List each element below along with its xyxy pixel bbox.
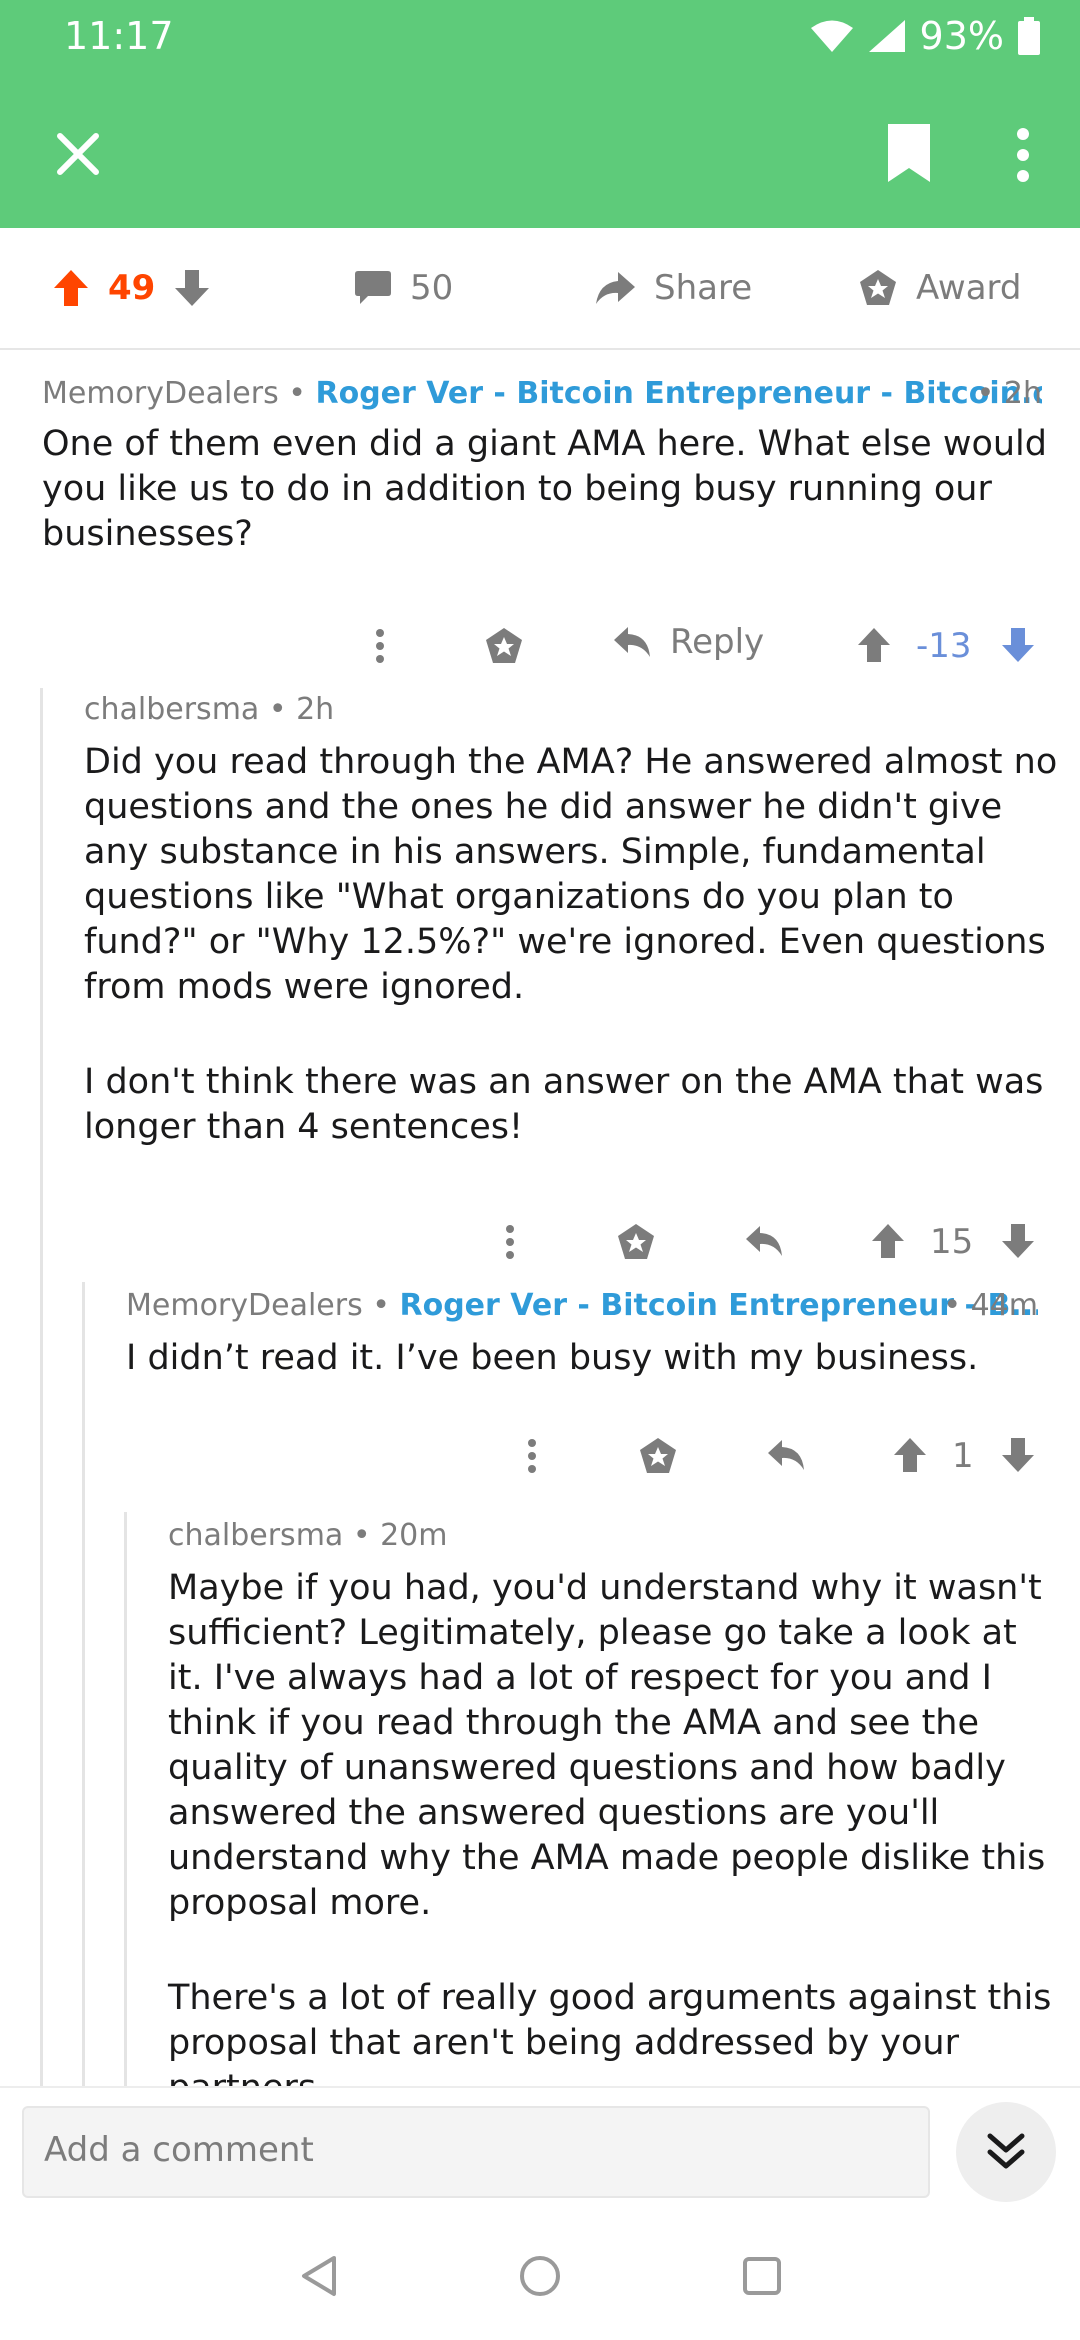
add-comment-input[interactable]: Add a comment: [22, 2106, 930, 2198]
comment-body: One of them even did a giant AMA here. W…: [42, 422, 1052, 557]
double-chevron-down-icon: [987, 2133, 1025, 2169]
thread-line: [82, 1282, 85, 2088]
signal-icon: [868, 20, 905, 52]
post-comments-button[interactable]: 50: [354, 228, 453, 348]
battery-icon: [1018, 17, 1040, 55]
downvote-icon[interactable]: [1000, 626, 1036, 664]
award-label: Award: [916, 268, 1022, 308]
comment-score: 15: [930, 1222, 974, 1262]
comment-score: 1: [952, 1436, 974, 1476]
comment-paragraph: I don't think there was an answer on the…: [84, 1062, 1044, 1147]
comment-author[interactable]: chalbersma: [168, 1518, 343, 1553]
reply-button[interactable]: Reply: [612, 622, 764, 662]
share-icon: [596, 272, 635, 304]
system-nav-bar: [0, 2206, 1080, 2340]
post-action-bar: 49 50 Share Award: [0, 228, 1080, 350]
status-time: 11:17: [64, 14, 174, 58]
comment-body: Maybe if you had, you'd understand why i…: [168, 1566, 1062, 2111]
bookmark-icon[interactable]: [888, 124, 930, 182]
comment-body: Did you read through the AMA? He answere…: [84, 740, 1062, 1150]
award-icon: [860, 270, 896, 305]
add-comment-placeholder: Add a comment: [44, 2130, 314, 2170]
comment-author[interactable]: chalbersma: [84, 692, 259, 727]
award-icon[interactable]: [638, 1436, 678, 1476]
downvote-icon[interactable]: [1000, 1436, 1036, 1474]
upvote-icon[interactable]: [856, 626, 892, 664]
comment-score: -13: [916, 626, 972, 666]
home-icon[interactable]: [518, 2254, 562, 2298]
award-icon[interactable]: [484, 626, 524, 666]
reply-arrow-icon[interactable]: [766, 1438, 806, 1472]
comment-paragraph: One of them even did a giant AMA here. W…: [42, 424, 1048, 554]
back-icon[interactable]: [298, 2254, 340, 2298]
post-vote-group: 49: [52, 228, 211, 348]
share-label: Share: [654, 268, 753, 308]
comment-paragraph: Did you read through the AMA? He answere…: [84, 742, 1058, 1007]
status-icons: 93%: [810, 14, 1040, 58]
battery-percent: 93%: [919, 14, 1004, 58]
upvote-icon[interactable]: [52, 268, 90, 308]
share-button[interactable]: Share: [594, 228, 752, 348]
post-comment-count: 50: [410, 268, 454, 308]
comment-age-wrap: • 2h: [976, 376, 1042, 411]
more-options-icon[interactable]: [1008, 126, 1038, 184]
user-flair: Roger Ver - Bitcoin Entrepreneur - Bitco…: [315, 376, 1043, 411]
more-options-icon[interactable]: [522, 1438, 542, 1474]
recents-icon[interactable]: [742, 2256, 782, 2296]
award-icon[interactable]: [616, 1222, 656, 1262]
downvote-icon[interactable]: [173, 268, 211, 308]
comment-meta: MemoryDealers • Roger Ver - Bitcoin Entr…: [126, 1288, 1038, 1323]
comment-paragraph: Maybe if you had, you'd understand why i…: [168, 1568, 1046, 1923]
post-score: 49: [108, 268, 156, 308]
app-bar: [0, 80, 1080, 228]
comment-age: 2h: [296, 692, 335, 727]
comment-actions: 15: [0, 1196, 1080, 1286]
comment-age: 20m: [380, 1518, 448, 1553]
comment-age: 44m: [970, 1288, 1038, 1323]
close-icon[interactable]: [48, 124, 108, 184]
comment-meta: chalbersma • 2h: [84, 692, 335, 727]
next-comment-button[interactable]: [956, 2102, 1056, 2202]
wifi-icon: [810, 20, 853, 52]
user-flair: Roger Ver - Bitcoin Entrepreneur - B...: [399, 1288, 1039, 1323]
award-button[interactable]: Award: [858, 228, 1022, 348]
comment-actions: Reply -13: [0, 600, 1080, 690]
comment-meta: chalbersma • 20m: [168, 1518, 448, 1553]
upvote-icon[interactable]: [892, 1436, 928, 1474]
reply-label: Reply: [670, 622, 765, 662]
comment-meta: MemoryDealers • Roger Ver - Bitcoin Entr…: [42, 376, 1042, 411]
thread-line: [124, 1512, 127, 2088]
more-options-icon[interactable]: [500, 1224, 520, 1260]
comment-author[interactable]: MemoryDealers: [42, 376, 279, 411]
comment-age-wrap: • 44m: [943, 1288, 1038, 1323]
comment-bubble-icon: [355, 271, 391, 304]
status-bar: 11:17 93%: [0, 0, 1080, 80]
upvote-icon[interactable]: [870, 1222, 906, 1260]
reply-arrow-icon[interactable]: [744, 1224, 784, 1258]
thread-line: [40, 688, 43, 2088]
comment-body: I didn’t read it. I’ve been busy with my…: [126, 1336, 1062, 1381]
downvote-icon[interactable]: [1000, 1222, 1036, 1260]
comment-paragraph: I didn’t read it. I’ve been busy with my…: [126, 1338, 979, 1378]
reply-arrow-icon: [614, 627, 650, 657]
comment-composer-bar: Add a comment: [0, 2086, 1080, 2208]
more-options-icon[interactable]: [370, 628, 390, 664]
comment-actions: 1: [0, 1410, 1080, 1500]
comment-age: 2h: [1003, 376, 1042, 411]
comment-author[interactable]: MemoryDealers: [126, 1288, 363, 1323]
